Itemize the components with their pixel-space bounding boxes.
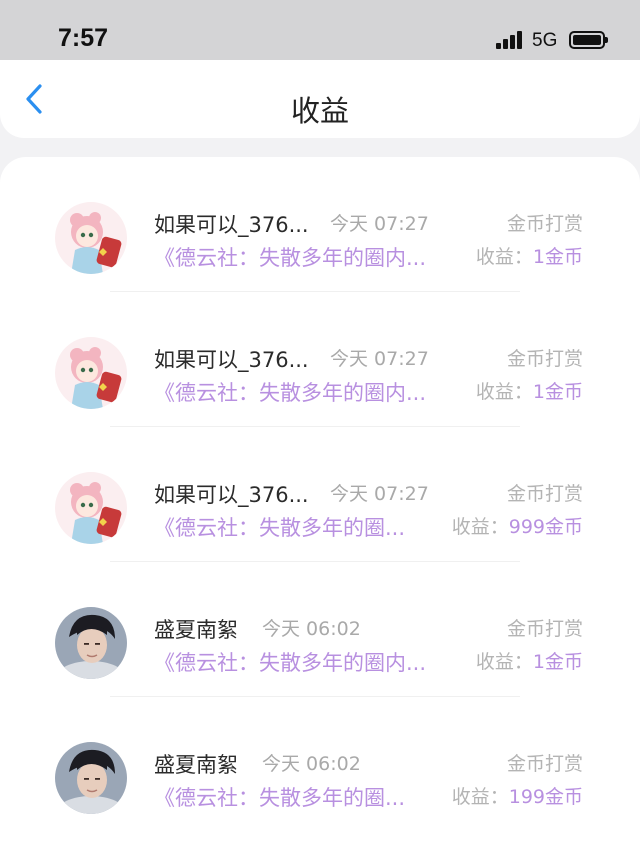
signal-icon (496, 31, 524, 49)
income-label: 收益： (475, 246, 533, 268)
young-man-avatar-icon (55, 742, 127, 814)
income-label: 收益： (475, 651, 533, 673)
income-label: 收益： (451, 786, 509, 808)
article-title[interactable]: 《德云社：失散多年的圈内... (154, 647, 426, 677)
tip-time: 今天 07:27 (330, 483, 429, 505)
income-amount: 收益：1金币 (476, 647, 583, 674)
income-value: 1金币 (532, 246, 583, 268)
income-label: 收益： (451, 516, 509, 538)
sender-name: 如果可以_376... (154, 483, 309, 507)
avatar (55, 472, 127, 544)
income-source: 金币打赏 (506, 753, 583, 775)
page-title: 收益 (290, 94, 349, 128)
article-title[interactable]: 《德云社：失散多年的圈内... (154, 242, 426, 272)
anime-girl-avatar-icon (55, 337, 127, 409)
income-label: 收益： (475, 381, 533, 403)
sender-name: 盛夏南絮 (154, 753, 238, 777)
young-man-avatar-icon (55, 607, 127, 679)
avatar (55, 607, 127, 679)
tip-time: 今天 06:02 (262, 618, 361, 640)
income-amount: 收益：199金币 (452, 782, 583, 809)
status-bar: 7:57 5G (0, 0, 640, 60)
sender-name: 如果可以_376... (154, 348, 309, 372)
status-time: 7:57 (58, 24, 109, 52)
tip-time: 今天 07:27 (330, 348, 429, 370)
income-amount: 收益：1金币 (476, 377, 583, 404)
income-list: 如果可以_376... 今天 07:27 金币打赏 《德云社：失散多年的圈内..… (0, 157, 640, 857)
income-source: 金币打赏 (506, 348, 583, 370)
list-item[interactable]: 如果可以_376... 今天 07:27 金币打赏 《德云社：失散多年的圈...… (0, 427, 640, 562)
sender-name: 如果可以_376... (154, 213, 309, 237)
list-item[interactable]: 盛夏南絮 今天 06:02 金币打赏 《德云社：失散多年的圈... 收益：199… (0, 697, 640, 832)
tip-time: 今天 07:27 (330, 213, 429, 235)
list-item[interactable]: 如果可以_376... 今天 07:27 金币打赏 《德云社：失散多年的圈内..… (0, 292, 640, 427)
article-title[interactable]: 《德云社：失散多年的圈... (154, 512, 405, 542)
nav-bar: 收益 (0, 60, 640, 138)
article-title[interactable]: 《德云社：失散多年的圈... (154, 782, 405, 812)
income-value: 999金币 (508, 516, 583, 538)
list-item[interactable]: 如果可以_376... 今天 07:27 金币打赏 《德云社：失散多年的圈内..… (0, 157, 640, 292)
income-source: 金币打赏 (506, 213, 583, 235)
avatar (55, 742, 127, 814)
income-value: 1金币 (532, 381, 583, 403)
income-amount: 收益：999金币 (452, 512, 583, 539)
battery-icon (569, 31, 608, 49)
anime-girl-avatar-icon (55, 202, 127, 274)
network-type: 5G (532, 30, 558, 51)
avatar (55, 337, 127, 409)
anime-girl-avatar-icon (55, 472, 127, 544)
income-value: 199金币 (508, 786, 583, 808)
income-source: 金币打赏 (506, 618, 583, 640)
article-title[interactable]: 《德云社：失散多年的圈内... (154, 377, 426, 407)
income-value: 1金币 (532, 651, 583, 673)
avatar (55, 202, 127, 274)
tip-time: 今天 06:02 (262, 753, 361, 775)
sender-name: 盛夏南絮 (154, 618, 238, 642)
list-item[interactable]: 盛夏南絮 今天 06:02 金币打赏 《德云社：失散多年的圈内... 收益：1金… (0, 562, 640, 697)
income-amount: 收益：1金币 (476, 242, 583, 269)
income-source: 金币打赏 (506, 483, 583, 505)
